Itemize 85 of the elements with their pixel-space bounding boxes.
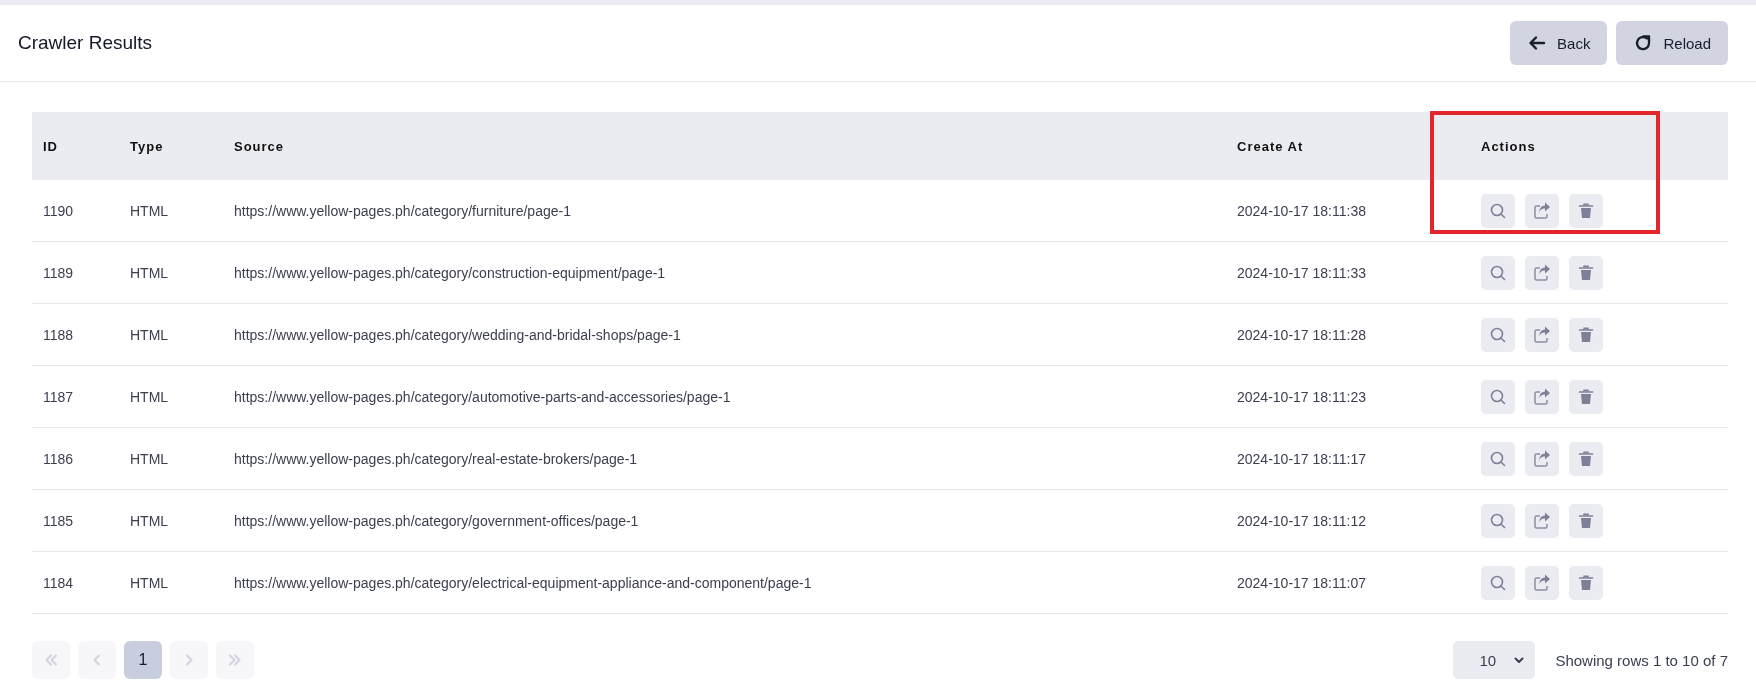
search-icon [1489,511,1507,530]
delete-button[interactable] [1569,503,1603,538]
column-header: Create At [1237,138,1304,154]
share-icon [1532,262,1552,283]
chevron-down-icon [1513,654,1526,666]
delete-button[interactable] [1569,317,1603,352]
table-cell: 2024-10-17 18:11:17 [1237,450,1366,467]
search-icon [1489,573,1507,592]
table-cell: HTML [130,450,169,467]
table-cell: 1189 [43,264,74,281]
search-icon [1489,387,1507,406]
double-chevron-right-icon [228,653,242,667]
view-button[interactable] [1481,503,1515,538]
trash-icon [1578,263,1594,282]
view-button[interactable] [1481,193,1515,228]
back-button[interactable]: Back [1510,21,1608,65]
share-button[interactable] [1525,503,1559,538]
trash-icon [1578,573,1594,592]
table-cell: 2024-10-17 18:11:23 [1237,388,1366,405]
table-cell: 1186 [43,450,74,467]
table-cell: 2024-10-17 18:11:38 [1237,202,1366,219]
table-cell: HTML [130,326,169,343]
table-cell: 1185 [43,512,74,529]
page-title: Crawler Results [18,32,153,54]
double-chevron-left-icon [44,653,58,667]
search-icon [1489,201,1507,220]
page-size-select[interactable]: 10 [1453,641,1536,679]
view-button[interactable] [1481,565,1515,600]
table-cell: 2024-10-17 18:11:12 [1237,512,1366,529]
share-icon [1532,510,1552,531]
trash-icon [1578,511,1594,530]
delete-button[interactable] [1569,441,1603,476]
column-header: Actions [1481,138,1536,154]
table-cell: 1187 [43,388,74,405]
page-button[interactable]: 1 [124,641,162,679]
share-icon [1532,386,1552,407]
share-button[interactable] [1525,317,1559,352]
table-cell: 2024-10-17 18:11:33 [1237,264,1366,281]
trash-icon [1578,449,1594,468]
share-button[interactable] [1525,193,1559,228]
column-header: Type [130,138,164,154]
search-icon [1489,263,1507,282]
view-button[interactable] [1481,379,1515,414]
share-icon [1532,324,1552,345]
share-button[interactable] [1525,255,1559,290]
trash-icon [1578,325,1594,344]
share-button[interactable] [1525,565,1559,600]
delete-button[interactable] [1569,255,1603,290]
table-cell: HTML [130,264,169,281]
table-cell: https://www.yellow-pages.ph/category/electrical-equipment-appliance-and-component/page-1 [234,574,812,591]
table-cell: HTML [130,388,169,405]
share-button[interactable] [1525,379,1559,414]
table-cell: https://www.yellow-pages.ph/category/government-offices/page-1 [234,512,639,529]
view-button[interactable] [1481,441,1515,476]
table-cell: 1188 [43,326,74,343]
table-cell: https://www.yellow-pages.ph/category/furniture/page-1 [234,202,571,219]
arrow-left-icon [1527,33,1548,53]
rows-summary: Showing rows 1 to 10 of 7 [1555,651,1728,669]
share-icon [1532,448,1552,469]
delete-button[interactable] [1569,193,1603,228]
share-icon [1532,200,1552,221]
view-button[interactable] [1481,255,1515,290]
table-cell: 1190 [43,202,74,219]
search-icon [1489,449,1507,468]
share-button[interactable] [1525,441,1559,476]
view-button[interactable] [1481,317,1515,352]
trash-icon [1578,201,1594,220]
table-cell: HTML [130,202,169,219]
column-header: Source [234,138,285,154]
table-cell: 2024-10-17 18:11:07 [1237,574,1366,591]
table-cell: 1184 [43,574,74,591]
delete-button[interactable] [1569,379,1603,414]
trash-icon [1578,387,1594,406]
table-cell: HTML [130,512,169,529]
table-cell: https://www.yellow-pages.ph/category/automotive-parts-and-accessories/page-1 [234,388,731,405]
table-cell: HTML [130,574,169,591]
delete-button[interactable] [1569,565,1603,600]
reload-button[interactable]: Reload [1616,21,1728,65]
table-cell: https://www.yellow-pages.ph/category/construction-equipment/page-1 [234,264,666,281]
column-header: ID [43,138,58,154]
share-icon [1532,572,1552,593]
table-cell: 2024-10-17 18:11:28 [1237,326,1366,343]
table-cell: https://www.yellow-pages.ph/category/wedding-and-bridal-shops/page-1 [234,326,681,343]
search-icon [1489,325,1507,344]
table-cell: https://www.yellow-pages.ph/category/real-estate-brokers/page-1 [234,450,638,467]
